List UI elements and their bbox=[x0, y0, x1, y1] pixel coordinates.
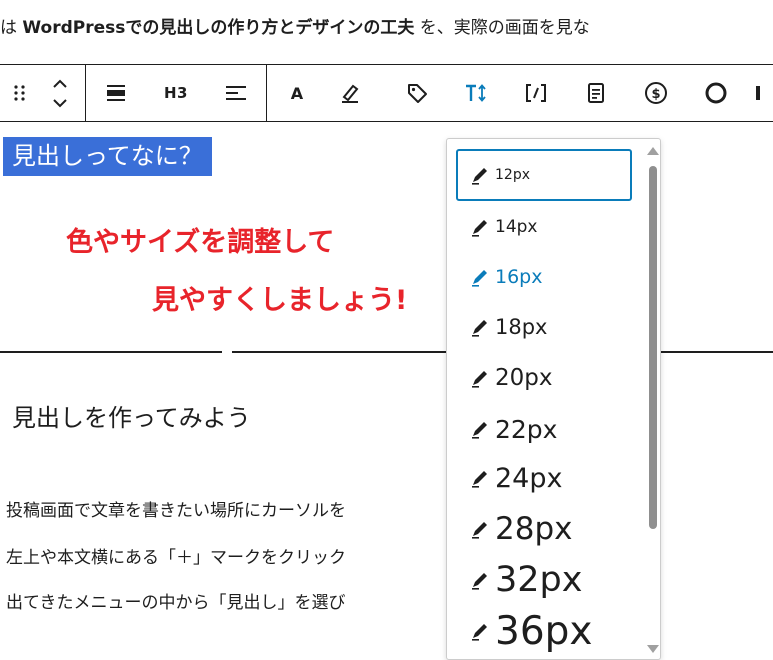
partial-tool-icon bbox=[756, 86, 760, 100]
font-size-option-label: 36px bbox=[495, 608, 593, 654]
pen-icon bbox=[472, 522, 487, 539]
font-size-option[interactable]: 32px bbox=[456, 554, 632, 606]
block-toolbar: H3 A $ bbox=[0, 64, 773, 122]
font-size-option[interactable]: 22px bbox=[456, 403, 632, 455]
tag-button[interactable] bbox=[397, 73, 437, 113]
pen-icon bbox=[472, 168, 487, 185]
intro-suffix: を、実際の画面を見な bbox=[414, 18, 590, 38]
font-size-option[interactable]: 36px bbox=[456, 605, 632, 657]
pen-icon bbox=[472, 270, 487, 287]
font-size-option-label: 12px bbox=[495, 167, 530, 183]
currency-button[interactable]: $ bbox=[636, 73, 676, 113]
font-size-option[interactable]: 14px bbox=[456, 201, 632, 253]
code-bracket-icon bbox=[526, 84, 546, 102]
move-down-button[interactable] bbox=[40, 93, 80, 113]
document-icon bbox=[588, 83, 604, 103]
font-size-option-label: 18px bbox=[495, 315, 548, 339]
font-size-option[interactable]: 12px bbox=[456, 149, 632, 201]
subheading[interactable]: 見出しを作ってみよう bbox=[12, 398, 251, 433]
dollar-circle-icon: $ bbox=[645, 82, 667, 104]
font-size-option-label: 16px bbox=[495, 266, 543, 288]
pen-icon bbox=[472, 573, 487, 590]
text-color-button[interactable]: A bbox=[277, 73, 317, 113]
heading-level-button[interactable]: H3 bbox=[156, 73, 196, 113]
document-button[interactable] bbox=[576, 73, 616, 113]
dropdown-scrollbar[interactable] bbox=[644, 139, 660, 659]
marker-icon bbox=[342, 84, 359, 103]
scroll-up-arrow-icon[interactable] bbox=[647, 147, 659, 155]
pen-icon bbox=[472, 371, 487, 388]
paragraph-line[interactable]: 左上や本文横にある「＋」マークをクリック bbox=[6, 543, 346, 568]
font-size-option-label: 28px bbox=[495, 511, 573, 547]
intro-prefix: は bbox=[0, 18, 23, 38]
banner-line-1: 色やサイズを調整して bbox=[66, 227, 335, 258]
font-size-icon bbox=[466, 84, 486, 102]
toolbar-separator bbox=[266, 65, 267, 121]
align-button[interactable] bbox=[216, 73, 256, 113]
paragraph-line[interactable]: 投稿画面で文章を書きたい場所にカーソルを bbox=[6, 496, 346, 521]
scroll-down-arrow-icon[interactable] bbox=[647, 645, 659, 653]
more-tools-button[interactable] bbox=[752, 73, 773, 113]
drag-handle[interactable] bbox=[0, 73, 40, 113]
divider-line bbox=[0, 351, 222, 353]
circle-icon bbox=[705, 82, 727, 104]
font-size-option-label: 32px bbox=[495, 560, 583, 600]
heading-level-label: H3 bbox=[164, 84, 188, 102]
font-size-option-label: 14px bbox=[495, 217, 538, 237]
font-size-option[interactable]: 24px bbox=[456, 452, 632, 504]
font-size-button[interactable] bbox=[456, 73, 496, 113]
font-size-dropdown[interactable]: 12px 14px 16px 18px 20px 22px 24px 28px … bbox=[446, 138, 661, 660]
scrollbar-thumb[interactable] bbox=[649, 166, 657, 529]
toolbar-separator bbox=[85, 65, 86, 121]
font-size-option[interactable]: 18px bbox=[456, 301, 632, 353]
chevron-up-icon bbox=[53, 79, 67, 88]
font-size-option-label: 22px bbox=[495, 414, 558, 444]
font-size-option[interactable]: 28px bbox=[456, 503, 632, 555]
font-size-option-selected[interactable]: 16px bbox=[456, 251, 632, 303]
pen-icon bbox=[472, 422, 487, 439]
chevron-down-icon bbox=[53, 99, 67, 108]
block-type-button[interactable] bbox=[96, 73, 136, 113]
highlight-button[interactable] bbox=[330, 73, 370, 113]
pen-icon bbox=[472, 220, 487, 237]
align-left-icon bbox=[226, 86, 246, 100]
font-size-option-label: 24px bbox=[495, 462, 563, 494]
pen-icon bbox=[472, 320, 487, 337]
banner-line-2: 見やすくしましょう! bbox=[152, 285, 408, 316]
intro-text: は WordPressでの見出しの作り方とデザインの工夫 を、実際の画面を見な bbox=[0, 12, 590, 44]
circle-button[interactable] bbox=[696, 73, 736, 113]
move-up-button[interactable] bbox=[40, 74, 80, 94]
svg-text:$: $ bbox=[651, 87, 660, 102]
text-color-label: A bbox=[290, 83, 304, 103]
font-size-option[interactable]: 20px bbox=[456, 352, 632, 404]
selected-heading[interactable]: 見出しってなに？ bbox=[3, 137, 212, 176]
banner-image: 色やサイズを調整して 見やすくしましょう! bbox=[0, 200, 445, 330]
pen-icon bbox=[472, 471, 487, 488]
tag-icon bbox=[408, 84, 427, 103]
heading-block-icon bbox=[107, 85, 125, 101]
paragraph-line[interactable]: 出てきたメニューの中から「見出し」を選び bbox=[6, 588, 346, 613]
intro-bold: WordPressでの見出しの作り方とデザインの工夫 bbox=[22, 18, 415, 38]
drag-handle-icon bbox=[14, 85, 25, 101]
font-size-option-label: 20px bbox=[495, 365, 553, 391]
code-button[interactable] bbox=[516, 73, 556, 113]
pen-icon bbox=[472, 624, 487, 641]
